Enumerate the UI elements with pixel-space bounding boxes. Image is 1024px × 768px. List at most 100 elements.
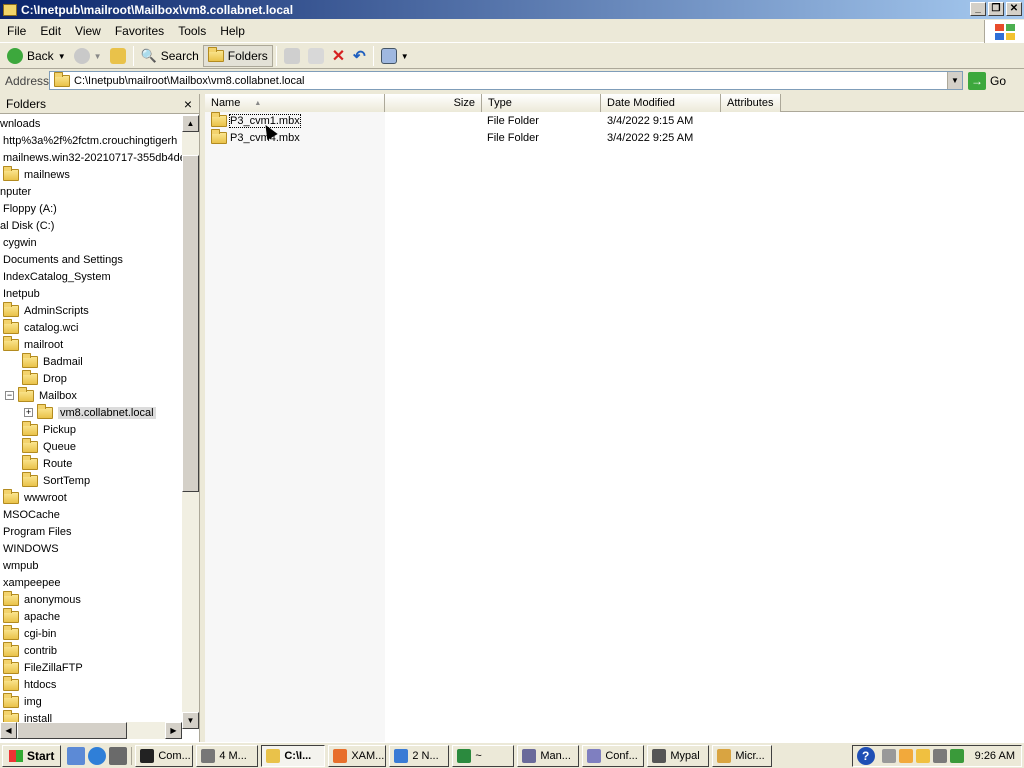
- tree-item[interactable]: Route: [22, 454, 72, 472]
- tree-horizontal-scrollbar[interactable]: ◀ ▶: [0, 722, 182, 739]
- tree-item[interactable]: Program Files: [3, 523, 71, 540]
- column-header-date[interactable]: Date Modified: [601, 94, 721, 112]
- delete-button[interactable]: ✕: [328, 45, 349, 67]
- taskbar-button[interactable]: 4 M...: [196, 744, 259, 767]
- restore-button[interactable]: ❐: [988, 2, 1004, 16]
- mail-tray-icon[interactable]: [915, 749, 930, 763]
- tree-item[interactable]: Pickup: [22, 420, 76, 438]
- tree-item[interactable]: Inetpub: [3, 285, 40, 302]
- menu-file[interactable]: File: [0, 24, 33, 38]
- internet-explorer-icon[interactable]: [88, 746, 107, 765]
- tree-item[interactable]: apache: [3, 607, 60, 625]
- tree-item[interactable]: mailnews.win32-20210717-355db4de: [3, 149, 182, 166]
- folders-button[interactable]: Folders: [202, 45, 273, 67]
- network-tray-icon[interactable]: [932, 749, 947, 763]
- tree-item[interactable]: contrib: [3, 641, 57, 659]
- column-header-name[interactable]: Name ▲: [205, 94, 385, 112]
- taskbar-button[interactable]: 2 N...: [389, 744, 450, 767]
- tree-item[interactable]: SortTemp: [22, 471, 90, 489]
- tree-item[interactable]: Drop: [22, 369, 67, 387]
- speaker-icon[interactable]: [881, 749, 896, 763]
- taskbar-button[interactable]: C:\I...: [261, 744, 326, 767]
- tree-item[interactable]: + vm8.collabnet.local: [24, 403, 156, 421]
- tree-item[interactable]: AdminScripts: [3, 301, 89, 319]
- menu-view[interactable]: View: [68, 24, 108, 38]
- tree-item[interactable]: img: [3, 692, 42, 710]
- go-button[interactable]: → Go: [968, 71, 1006, 90]
- taskbar-button[interactable]: ~: [452, 744, 515, 767]
- taskbar-button[interactable]: Com...: [135, 744, 194, 767]
- taskbar-button[interactable]: Micr...: [712, 744, 773, 767]
- taskbar-button[interactable]: Mypal: [647, 744, 710, 767]
- tree-item[interactable]: − Mailbox: [5, 386, 77, 404]
- monitor-tray-icon[interactable]: [949, 749, 964, 763]
- views-button[interactable]: ▼: [377, 45, 413, 67]
- back-button[interactable]: Back ▼: [3, 45, 70, 67]
- tree-item[interactable]: IndexCatalog_System: [3, 268, 111, 285]
- minimize-button[interactable]: _: [970, 2, 986, 16]
- scroll-up-button[interactable]: ▲: [182, 115, 199, 132]
- tree-item[interactable]: xampeepee: [3, 574, 61, 591]
- list-item[interactable]: P3_cvm4.mbx File Folder 3/4/2022 9:25 AM: [205, 128, 805, 146]
- help-icon[interactable]: ?: [856, 747, 875, 765]
- taskbar-button[interactable]: Man...: [517, 744, 580, 767]
- show-desktop-icon[interactable]: [67, 746, 86, 765]
- move-to-button[interactable]: [280, 45, 304, 67]
- menu-edit[interactable]: Edit: [33, 24, 68, 38]
- tree-item[interactable]: wwwroot: [3, 488, 67, 506]
- tree-item[interactable]: cgi-bin: [3, 624, 56, 642]
- taskbar-button[interactable]: XAM...: [328, 744, 387, 767]
- title-bar[interactable]: C:\Inetpub\mailroot\Mailbox\vm8.collabne…: [0, 0, 1024, 19]
- scroll-right-button[interactable]: ▶: [165, 722, 182, 739]
- scroll-left-button[interactable]: ◀: [0, 722, 17, 739]
- tree-item[interactable]: anonymous: [3, 590, 81, 608]
- tree-item[interactable]: nputer: [0, 183, 31, 200]
- scroll-thumb[interactable]: [17, 722, 127, 739]
- expand-icon[interactable]: +: [24, 408, 33, 417]
- tree-item[interactable]: WINDOWS: [3, 540, 59, 557]
- scroll-thumb[interactable]: [182, 155, 199, 492]
- folder-icon: [3, 624, 19, 640]
- tree-item[interactable]: htdocs: [3, 675, 56, 693]
- menu-favorites[interactable]: Favorites: [108, 24, 171, 38]
- app-icon: [457, 748, 472, 763]
- forward-button[interactable]: ▼: [70, 45, 106, 67]
- forward-arrow-icon: [73, 48, 90, 64]
- column-header-type[interactable]: Type: [482, 94, 601, 112]
- tree-item[interactable]: http%3a%2f%2fctm.crouchingtigerh: [3, 132, 177, 149]
- address-input[interactable]: C:\Inetpub\mailroot\Mailbox\vm8.collabne…: [49, 71, 963, 90]
- list-item[interactable]: P3_cvm1.mbx File Folder 3/4/2022 9:15 AM: [205, 111, 805, 129]
- tree-item[interactable]: al Disk (C:): [0, 217, 54, 234]
- copy-to-button[interactable]: [304, 45, 328, 67]
- tree-item[interactable]: cygwin: [3, 234, 37, 251]
- undo-button[interactable]: ↶: [349, 45, 370, 67]
- tree-item[interactable]: wmpub: [3, 557, 38, 574]
- tree-item[interactable]: Queue: [22, 437, 76, 455]
- taskbar-button[interactable]: Conf...: [582, 744, 645, 767]
- tree-item[interactable]: Badmail: [22, 352, 83, 370]
- tree-item[interactable]: catalog.wci: [3, 318, 78, 336]
- tree-item[interactable]: mailnews: [3, 165, 70, 183]
- search-button[interactable]: 🔍 Search: [137, 45, 203, 67]
- tree-item[interactable]: Documents and Settings: [3, 251, 123, 268]
- move-to-icon: [283, 48, 300, 64]
- tree-item[interactable]: MSOCache: [3, 506, 60, 523]
- mypal-icon[interactable]: [109, 746, 128, 765]
- collapse-icon[interactable]: −: [5, 391, 14, 400]
- column-header-size[interactable]: Size: [385, 94, 482, 112]
- tree-item[interactable]: Floppy (A:): [3, 200, 57, 217]
- start-button[interactable]: Start: [2, 744, 62, 767]
- column-header-attributes[interactable]: Attributes: [721, 94, 781, 112]
- tree-item[interactable]: mailroot: [3, 335, 63, 353]
- tree-vertical-scrollbar[interactable]: ▲ ▼: [182, 115, 199, 729]
- tree-item[interactable]: wnloads: [0, 115, 40, 132]
- address-dropdown-button[interactable]: ▼: [947, 72, 962, 89]
- scroll-down-button[interactable]: ▼: [182, 712, 199, 729]
- tree-item[interactable]: FileZillaFTP: [3, 658, 83, 676]
- menu-tools[interactable]: Tools: [171, 24, 213, 38]
- menu-help[interactable]: Help: [213, 24, 252, 38]
- up-folder-button[interactable]: [106, 45, 130, 67]
- close-button[interactable]: ✕: [1006, 2, 1022, 16]
- xampp-tray-icon[interactable]: [898, 749, 913, 763]
- close-pane-button[interactable]: ×: [184, 96, 192, 112]
